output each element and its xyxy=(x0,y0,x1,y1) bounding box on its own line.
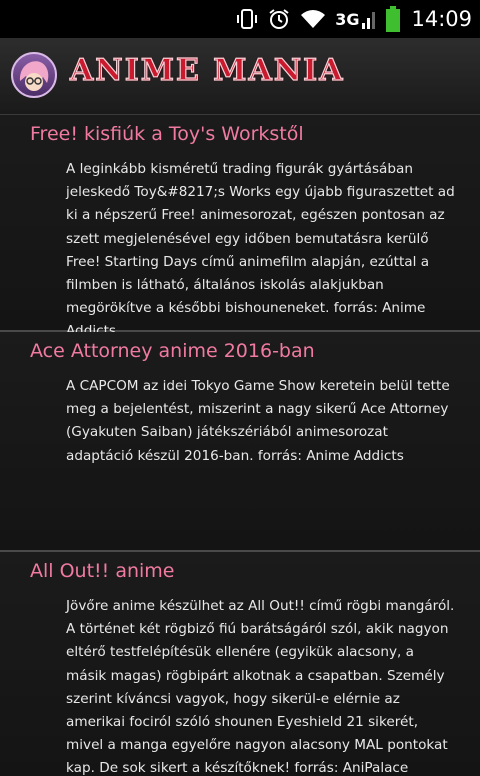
alarm-icon xyxy=(267,7,291,31)
article-item[interactable]: All Out!! anime Jövőre anime készülhet a… xyxy=(0,552,480,776)
article-title[interactable]: Ace Attorney anime 2016-ban xyxy=(30,340,315,362)
app-logo-avatar[interactable] xyxy=(10,51,58,99)
article-title[interactable]: All Out!! anime xyxy=(30,560,174,582)
clock: 14:09 xyxy=(411,7,472,31)
network-type: 3G xyxy=(335,9,360,29)
article-body: A leginkább kisméretű trading figurák gy… xyxy=(66,161,455,339)
article-title[interactable]: Free! kisfiúk a Toy's Workstől xyxy=(30,123,304,145)
wifi-icon xyxy=(299,7,327,31)
article-feed[interactable]: Free! kisfiúk a Toy's Workstől A leginká… xyxy=(0,115,480,776)
battery-icon xyxy=(385,5,401,33)
signal-icon xyxy=(361,8,377,30)
article-body: Jövőre anime készülhet az All Out!! című… xyxy=(66,598,455,776)
status-icons: 3G 14:09 xyxy=(235,0,472,38)
status-bar: 3G 14:09 xyxy=(0,0,480,38)
article-body: A CAPCOM az idei Tokyo Game Show keretei… xyxy=(66,378,450,464)
article-item[interactable]: Ace Attorney anime 2016-ban A CAPCOM az … xyxy=(0,332,480,552)
vibrate-icon xyxy=(235,7,259,31)
article-item[interactable]: Free! kisfiúk a Toy's Workstől A leginká… xyxy=(0,115,480,339)
app-title: ANIME MANIA xyxy=(69,52,345,88)
app-bar: ANIME MANIA xyxy=(0,38,480,116)
